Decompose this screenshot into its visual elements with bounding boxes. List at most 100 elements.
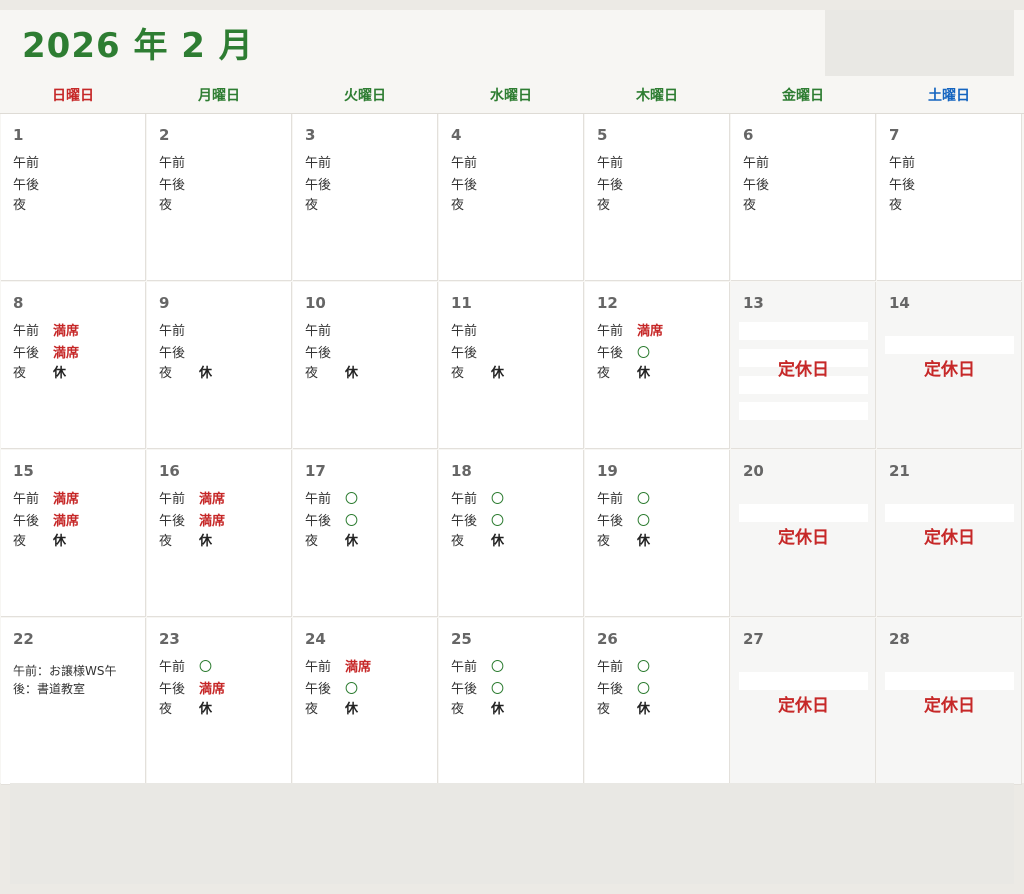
slot-status: 〇 xyxy=(637,492,651,507)
day-number: 14 xyxy=(889,294,910,312)
placeholder-bar xyxy=(739,402,868,420)
slot-status: 〇 xyxy=(637,514,651,529)
calendar-day[interactable]: 26 午前〇午後〇夜休 xyxy=(585,618,730,785)
time-slot-row: 午後 xyxy=(13,174,53,193)
calendar-day[interactable]: 2 午前 午後夜 xyxy=(147,114,292,281)
slot-status: 満席 xyxy=(637,324,664,339)
calendar-day[interactable]: 18 午前〇午後〇夜休 xyxy=(439,450,584,617)
slot-status: 休 xyxy=(345,702,359,717)
slot-label: 夜 xyxy=(597,702,611,717)
slot-status: 満席 xyxy=(53,514,80,529)
calendar-day[interactable]: 3 午前 午後夜 xyxy=(293,114,438,281)
slot-label: 午後 xyxy=(13,346,40,361)
day-number: 1 xyxy=(13,126,24,144)
calendar-day[interactable]: 1 午前 午後夜 xyxy=(1,114,146,281)
calendar-day-closed[interactable]: 20 定休日 xyxy=(731,450,876,617)
slot-status: 〇 xyxy=(491,492,505,507)
day-number: 8 xyxy=(13,294,24,312)
time-slot-row: 午後 xyxy=(597,174,637,193)
slot-label: 夜 xyxy=(159,702,173,717)
slot-label: 午前 xyxy=(451,492,478,507)
calendar-day[interactable]: 17 午前〇午後〇夜休 xyxy=(293,450,438,617)
slot-label: 夜 xyxy=(159,198,173,213)
calendar-day[interactable]: 11 午前 午後夜休 xyxy=(439,282,584,449)
day-number: 18 xyxy=(451,462,472,480)
calendar-day[interactable]: 5 午前 午後夜 xyxy=(585,114,730,281)
time-slot-row: 午前〇 xyxy=(159,656,212,675)
slot-label: 午前 xyxy=(451,156,478,171)
day-number: 19 xyxy=(597,462,618,480)
calendar-day[interactable]: 10 午前 午後夜休 xyxy=(293,282,438,449)
slot-label: 午前 xyxy=(451,324,478,339)
calendar-day[interactable]: 15 午前 満席 午後 満席夜休 xyxy=(1,450,146,617)
slot-status: 休 xyxy=(637,534,651,549)
time-slot-row: 午後 xyxy=(305,174,345,193)
time-slot-row: 夜休 xyxy=(159,530,212,549)
slot-label: 午前 xyxy=(597,324,624,339)
slot-label: 午後 xyxy=(597,178,624,193)
day-number: 3 xyxy=(305,126,316,144)
calendar-day[interactable]: 6 午前 午後夜 xyxy=(731,114,876,281)
closed-label: 定休日 xyxy=(924,528,975,548)
calendar-day[interactable]: 12 午前 満席 午後〇夜休 xyxy=(585,282,730,449)
slot-label: 夜 xyxy=(597,534,611,549)
calendar-day[interactable]: 23 午前〇午後 満席夜休 xyxy=(147,618,292,785)
calendar-day[interactable]: 16 午前 満席 午後 満席夜休 xyxy=(147,450,292,617)
slot-label: 午前 xyxy=(451,660,478,675)
calendar-day[interactable]: 7 午前 午後夜 xyxy=(877,114,1022,281)
slot-label: 午前 xyxy=(597,492,624,507)
day-note: 午前：お譲様WS午後：書道教室 xyxy=(13,664,117,696)
slot-label: 午後 xyxy=(743,178,770,193)
calendar-day[interactable]: 25 午前〇午後〇夜休 xyxy=(439,618,584,785)
calendar-day[interactable]: 19 午前〇午後〇夜休 xyxy=(585,450,730,617)
calendar-day[interactable]: 24 午前 満席 午後〇夜休 xyxy=(293,618,438,785)
time-slot-row: 午前〇 xyxy=(597,488,650,507)
calendar-day[interactable]: 4 午前 午後夜 xyxy=(439,114,584,281)
slot-label: 午前 xyxy=(13,492,40,507)
weekday-header: 土曜日 xyxy=(928,88,970,104)
weekday-header: 金曜日 xyxy=(782,88,824,104)
placeholder-bar xyxy=(739,322,868,340)
weekday-header: 木曜日 xyxy=(636,88,678,104)
time-slot-row: 午後〇 xyxy=(597,342,650,361)
slot-label: 夜 xyxy=(159,366,173,381)
placeholder-bar xyxy=(885,336,1014,354)
time-slot-row: 午前 満席 xyxy=(159,488,225,507)
slot-status: 休 xyxy=(53,366,67,381)
calendar-day-closed[interactable]: 14 定休日 xyxy=(877,282,1022,449)
slot-label: 午前 xyxy=(597,156,624,171)
slot-label: 夜 xyxy=(305,198,319,213)
calendar-day-closed[interactable]: 13 定休日 xyxy=(731,282,876,449)
calendar-day[interactable]: 8 午前 満席 午後 満席夜休 xyxy=(1,282,146,449)
calendar-day-closed[interactable]: 21 定休日 xyxy=(877,450,1022,617)
time-slot-row: 午前 xyxy=(13,152,53,171)
slot-status: 満席 xyxy=(53,324,80,339)
page-title: 2026 年 2 月 xyxy=(22,26,254,66)
slot-label: 午後 xyxy=(597,346,624,361)
placeholder-bar xyxy=(739,672,868,690)
day-number: 22 xyxy=(13,630,34,648)
day-number: 17 xyxy=(305,462,326,480)
calendar-day-closed[interactable]: 27 定休日 xyxy=(731,618,876,785)
day-number: 26 xyxy=(597,630,618,648)
calendar-day[interactable]: 22 午前：お譲様WS午後：書道教室 xyxy=(1,618,146,785)
slot-label: 午後 xyxy=(305,514,332,529)
time-slot-row: 夜休 xyxy=(13,530,66,549)
slot-label: 午後 xyxy=(159,682,186,697)
slot-label: 午前 xyxy=(13,324,40,339)
slot-label: 夜 xyxy=(597,198,611,213)
time-slot-row: 夜 xyxy=(743,194,783,213)
time-slot-row: 午後 xyxy=(159,342,199,361)
slot-label: 午後 xyxy=(305,178,332,193)
time-slot-row: 午後 xyxy=(305,342,345,361)
time-slot-row: 午前 満席 xyxy=(305,656,371,675)
calendar-day[interactable]: 9 午前 午後夜休 xyxy=(147,282,292,449)
day-number: 25 xyxy=(451,630,472,648)
calendar-day-closed[interactable]: 28 定休日 xyxy=(877,618,1022,785)
time-slot-row: 午前〇 xyxy=(451,656,504,675)
time-slot-row: 夜休 xyxy=(159,362,212,381)
time-slot-row: 夜 xyxy=(889,194,929,213)
slot-label: 夜 xyxy=(451,198,465,213)
slot-label: 午後 xyxy=(305,346,332,361)
time-slot-row: 夜休 xyxy=(451,530,504,549)
